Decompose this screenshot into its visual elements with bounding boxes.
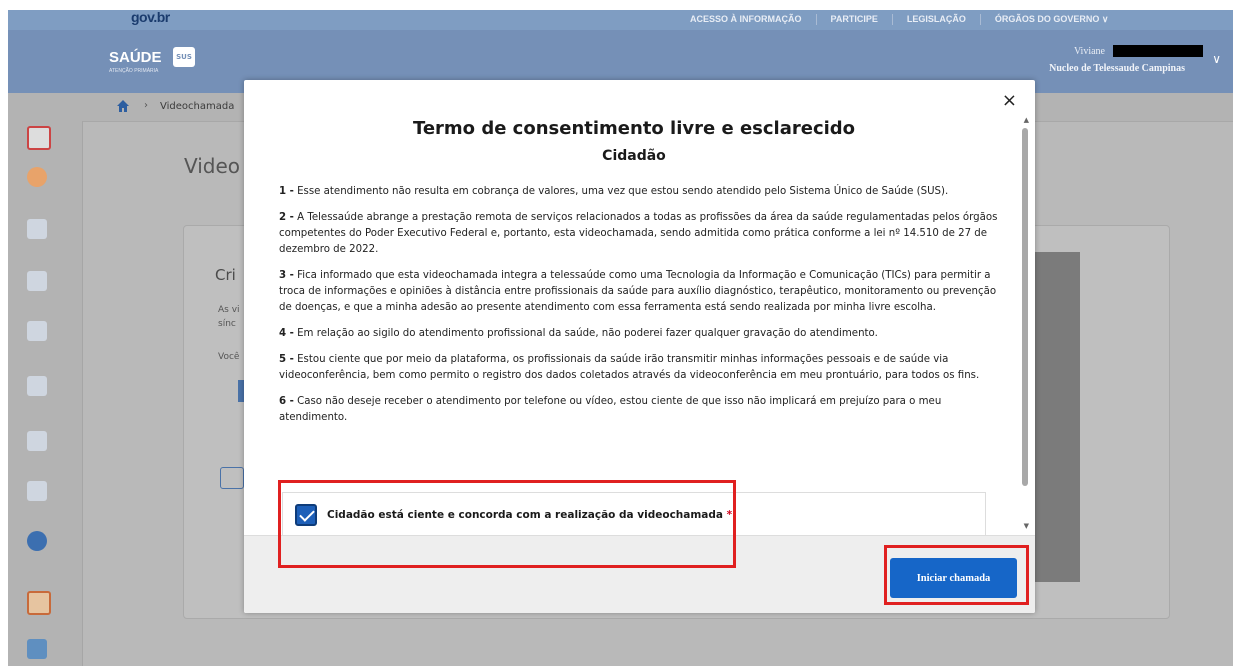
card-text: As vi	[218, 305, 240, 315]
user-name-redaction	[1113, 45, 1203, 57]
gov-links: ACESSO À INFORMAÇÃO PARTICIPE LEGISLAÇÃO…	[676, 14, 1123, 25]
sidebar-video-icon[interactable]	[27, 531, 47, 551]
consent-item-5: 5 - Estou ciente que por meio da platafo…	[279, 352, 999, 384]
gov-link-acesso[interactable]: ACESSO À INFORMAÇÃO	[676, 14, 817, 25]
sidebar-cns-icon[interactable]	[27, 126, 51, 150]
card-text: Você	[218, 352, 240, 362]
card-heading: Cri	[215, 266, 236, 284]
modal-subtitle: Cidadão	[602, 148, 666, 164]
breadcrumb-separator-icon: ›	[144, 100, 148, 111]
consent-item-3: 3 - Fica informado que esta videochamada…	[279, 268, 999, 316]
sidebar-list-play-icon[interactable]	[27, 431, 47, 451]
consent-item-number: 1 -	[279, 186, 294, 197]
sidebar-list-check-icon[interactable]	[27, 321, 47, 341]
modal-title: Termo de consentimento livre e esclareci…	[412, 118, 856, 139]
page-title: Video	[184, 154, 241, 178]
consent-item-text: Caso não deseje receber o atendimento po…	[279, 396, 942, 423]
sidebar-list-user-icon[interactable]	[27, 219, 47, 239]
gov-link-orgaos-label: ÓRGÃOS DO GOVERNO	[994, 14, 1100, 24]
chevron-down-icon: ∨	[1101, 14, 1109, 24]
highlight-box-checkbox	[278, 480, 736, 568]
user-menu-chevron-icon[interactable]: ∨	[1212, 52, 1221, 66]
gov-bar: gov.br ACESSO À INFORMAÇÃO PARTICIPE LEG…	[8, 9, 1233, 30]
consent-item-text: Estou ciente que por meio da plataforma,…	[279, 354, 980, 381]
card-text: sínc	[218, 319, 236, 329]
breadcrumb-current[interactable]: Videochamada	[160, 101, 234, 112]
consent-item-text: Fica informado que esta videochamada int…	[279, 270, 997, 313]
consent-item-number: 3 -	[279, 270, 294, 281]
frame-right	[1233, 0, 1245, 666]
user-name: Viviane	[1073, 46, 1105, 57]
consent-item-1: 1 - Esse atendimento não resulta em cobr…	[279, 184, 999, 200]
consent-item-number: 2 -	[279, 212, 294, 223]
scroll-down-arrow-icon[interactable]: ▼	[1024, 522, 1029, 530]
gov-link-participe[interactable]: PARTICIPE	[817, 14, 893, 25]
gov-link-legislacao[interactable]: LEGISLAÇÃO	[893, 14, 981, 25]
sidebar-settings-list-icon[interactable]	[27, 481, 47, 501]
sidebar	[8, 121, 83, 666]
consent-item-2: 2 - A Telessaúde abrange a prestação rem…	[279, 210, 999, 258]
sidebar-user-icon[interactable]	[27, 167, 47, 187]
app-logo-subtitle: ATENÇÃO PRIMÁRIA	[109, 68, 159, 74]
card-copy-button[interactable]	[220, 467, 244, 489]
video-preview-area	[1030, 252, 1080, 582]
gov-link-orgaos[interactable]: ÓRGÃOS DO GOVERNO ∨	[981, 14, 1123, 25]
consent-item-number: 5 -	[279, 354, 294, 365]
app-logo[interactable]: SAÚDE	[109, 49, 162, 66]
consent-item-text: A Telessaúde abrange a prestação remota …	[279, 212, 998, 255]
close-icon[interactable]: ×	[1002, 90, 1017, 111]
highlight-box-start-call	[884, 545, 1029, 605]
frame-top	[0, 0, 1245, 10]
sus-plus-icon: SUS	[173, 47, 195, 67]
sidebar-report-icon[interactable]	[27, 591, 51, 615]
home-icon[interactable]	[116, 99, 130, 113]
gov-logo[interactable]: gov.br	[131, 9, 170, 25]
sidebar-translate-icon[interactable]	[27, 271, 47, 291]
consent-item-6: 6 - Caso não deseje receber o atendiment…	[279, 394, 999, 426]
scroll-up-arrow-icon[interactable]: ▲	[1024, 116, 1029, 124]
frame-left	[0, 0, 8, 666]
user-organization: Nucleo de Telessaude Campinas	[1049, 63, 1185, 74]
consent-item-text: Em relação ao sigilo do atendimento prof…	[297, 328, 878, 339]
consent-item-number: 4 -	[279, 328, 294, 339]
consent-item-number: 6 -	[279, 396, 294, 407]
consent-item-text: Esse atendimento não resulta em cobrança…	[297, 186, 949, 197]
consent-item-4: 4 - Em relação ao sigilo do atendimento …	[279, 326, 999, 342]
sidebar-hospital-icon[interactable]	[27, 639, 47, 659]
consent-terms: 1 - Esse atendimento não resulta em cobr…	[279, 184, 999, 436]
sidebar-form-icon[interactable]	[27, 376, 47, 396]
scrollbar-thumb[interactable]	[1022, 128, 1028, 486]
